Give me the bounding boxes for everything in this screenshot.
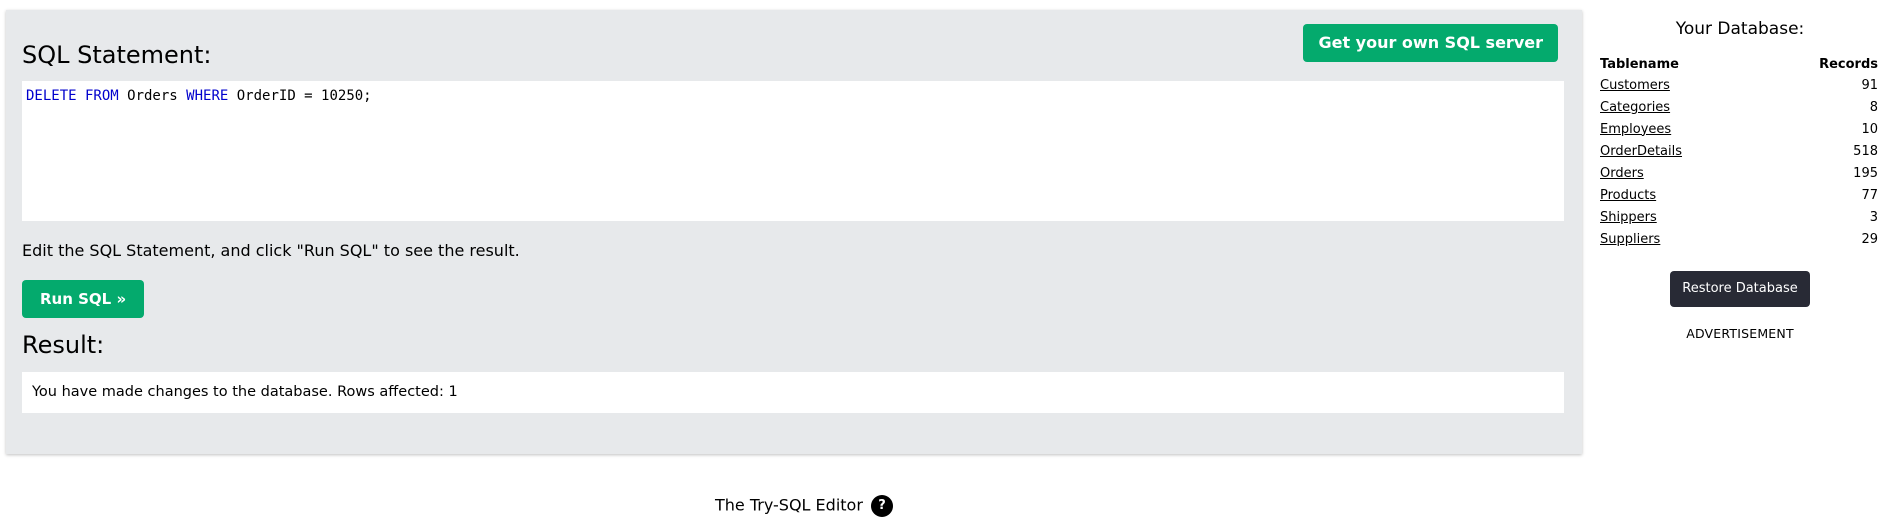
run-sql-button[interactable]: Run SQL » — [22, 280, 145, 318]
records-count: 91 — [1861, 77, 1878, 93]
table-row: Orders 195 — [1600, 162, 1878, 184]
table-link-employees[interactable]: Employees — [1600, 122, 1671, 137]
tablename-column-header: Tablename — [1600, 56, 1679, 72]
result-message: You have made changes to the database. R… — [32, 384, 458, 400]
records-count: 195 — [1853, 165, 1878, 181]
table-link-categories[interactable]: Categories — [1600, 100, 1670, 115]
table-link-suppliers[interactable]: Suppliers — [1600, 232, 1660, 247]
sql-table-name: Orders — [118, 88, 187, 104]
database-sidebar: Your Database: Tablename Records Custome… — [1597, 0, 1883, 360]
table-link-customers[interactable]: Customers — [1600, 78, 1670, 93]
result-heading: Result: — [22, 331, 105, 359]
table-row: Suppliers 29 — [1600, 228, 1878, 250]
table-row: Products 77 — [1600, 184, 1878, 206]
sql-condition: OrderID = 10250; — [228, 88, 372, 104]
records-count: 29 — [1861, 231, 1878, 247]
records-count: 8 — [1869, 99, 1878, 115]
database-title: Your Database: — [1675, 19, 1805, 39]
table-row: Customers 91 — [1600, 74, 1878, 96]
restore-database-button[interactable]: Restore Database — [1670, 271, 1810, 307]
sql-keyword-where: WHERE — [186, 88, 229, 104]
sql-keyword-delete-from: DELETE FROM — [26, 88, 119, 104]
table-link-products[interactable]: Products — [1600, 188, 1656, 203]
records-count: 10 — [1861, 121, 1878, 137]
footer-text: The Try-SQL Editor — [715, 495, 863, 515]
records-column-header: Records — [1819, 56, 1878, 72]
table-row: Categories 8 — [1600, 96, 1878, 118]
advertisement-label: ADVERTISEMENT — [1686, 326, 1794, 341]
records-count: 3 — [1869, 209, 1878, 225]
table-row: OrderDetails 518 — [1600, 140, 1878, 162]
sql-code-editor[interactable]: DELETE FROM Orders WHERE OrderID = 10250… — [22, 81, 1564, 221]
database-table-list: Tablename Records Customers 91 Categorie… — [1600, 54, 1878, 250]
sql-statement-heading: SQL Statement: — [22, 41, 212, 69]
records-count: 518 — [1853, 143, 1878, 159]
table-header-row: Tablename Records — [1600, 54, 1878, 74]
result-message-box: You have made changes to the database. R… — [22, 372, 1564, 413]
instruction-text: Edit the SQL Statement, and click "Run S… — [22, 241, 520, 260]
table-link-orders[interactable]: Orders — [1600, 166, 1644, 181]
help-icon[interactable]: ? — [871, 495, 893, 517]
table-row: Employees 10 — [1600, 118, 1878, 140]
get-own-sql-server-button[interactable]: Get your own SQL server — [1303, 24, 1558, 62]
sql-editor-panel: SQL Statement: Get your own SQL server D… — [6, 10, 1582, 454]
records-count: 77 — [1861, 187, 1878, 203]
table-row: Shippers 3 — [1600, 206, 1878, 228]
table-link-orderdetails[interactable]: OrderDetails — [1600, 144, 1682, 159]
footer: The Try-SQL Editor ? — [715, 495, 893, 517]
table-link-shippers[interactable]: Shippers — [1600, 210, 1657, 225]
